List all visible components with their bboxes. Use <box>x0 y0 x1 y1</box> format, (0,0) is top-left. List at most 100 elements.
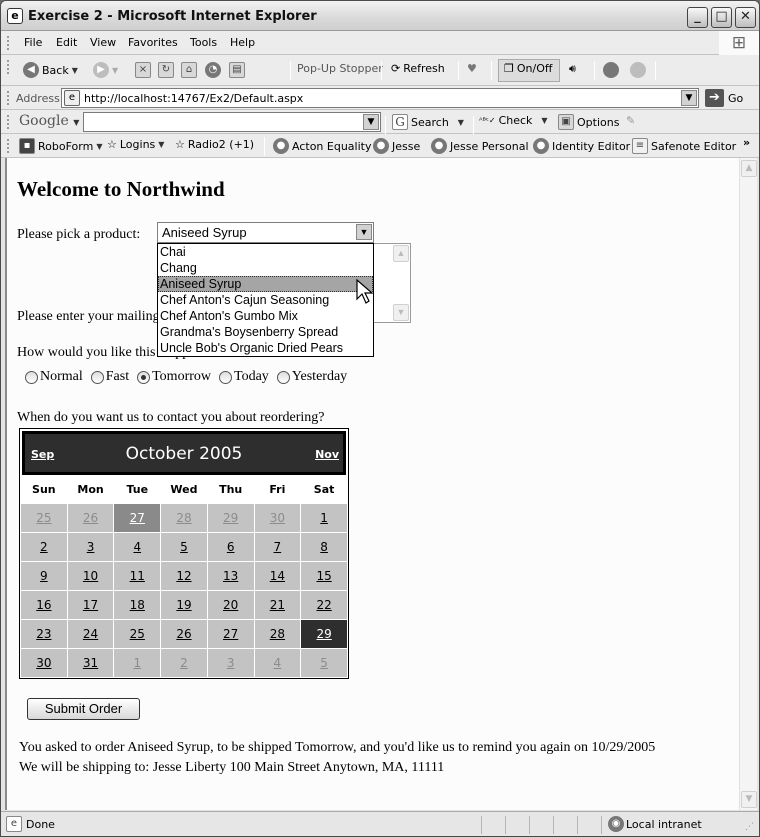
radio-yesterday[interactable]: Yesterday <box>276 369 347 385</box>
sound-button[interactable]: 🔊︎ <box>569 62 576 76</box>
jar-button-2[interactable] <box>630 62 646 78</box>
calendar-day[interactable]: 8 <box>300 531 348 562</box>
product-option-selected[interactable]: Aniseed Syrup <box>158 276 373 292</box>
calendar-day[interactable]: 15 <box>300 560 348 591</box>
favorite-add-button[interactable]: ♥ <box>467 62 477 75</box>
radio-button[interactable] <box>25 370 38 384</box>
options-button[interactable]: ▣ Options <box>558 114 619 130</box>
radio-fast[interactable]: Fast <box>90 369 129 385</box>
calendar-day[interactable]: 28 <box>253 618 302 649</box>
scroll-down-button[interactable]: ▼ <box>741 791 757 808</box>
calendar-day[interactable]: 18 <box>113 589 162 620</box>
google-search-dropdown-button[interactable]: ▼ <box>363 114 379 130</box>
link-identity-editor[interactable]: ● Identity Editor <box>533 138 630 154</box>
product-option[interactable]: Chef Anton's Cajun Seasoning <box>158 292 373 308</box>
calendar-day[interactable]: 12 <box>160 560 208 591</box>
onoff-button-content[interactable]: ❐ On/Off <box>504 62 552 75</box>
product-select[interactable]: Aniseed Syrup ▼ <box>157 222 374 243</box>
calendar-day[interactable]: 4 <box>253 647 302 678</box>
link-safenote-editor[interactable]: ≡ Safenote Editor <box>632 138 736 154</box>
calendar-day[interactable]: 30 <box>253 502 302 533</box>
product-option[interactable]: Grandma's Boysenberry Spread <box>158 324 373 340</box>
chevron-down-icon[interactable]: ▼ <box>458 118 464 127</box>
link-jesse[interactable]: ● Jesse <box>373 138 420 154</box>
spell-check-button[interactable]: ᴬᴮᶜ✓ Check ▼ <box>479 114 548 127</box>
textarea-scroll-down-button[interactable]: ▼ <box>393 304 409 321</box>
chevron-down-icon[interactable]: ▼ <box>541 116 547 125</box>
menu-help[interactable]: Help <box>230 36 255 49</box>
product-option[interactable]: Chef Anton's Gumbo Mix <box>158 308 373 324</box>
radio-button-checked[interactable] <box>137 370 151 384</box>
calendar-day[interactable]: 4 <box>113 531 162 562</box>
go-button[interactable]: ➔ Go <box>705 89 743 107</box>
minimize-button[interactable]: _ <box>687 7 708 28</box>
product-option[interactable]: Chai <box>158 244 373 260</box>
calendar-day[interactable]: 25 <box>20 502 68 533</box>
calendar-day-selected[interactable]: 29 <box>300 618 348 649</box>
calendar-day[interactable]: 25 <box>113 618 162 649</box>
calendar-day[interactable]: 27 <box>206 618 255 649</box>
home-button[interactable]: ⌂ <box>181 62 197 78</box>
calendar-day[interactable]: 22 <box>300 589 348 620</box>
history-button[interactable]: ◔ <box>205 62 221 78</box>
calendar-day[interactable]: 2 <box>160 647 208 678</box>
chevron-down-icon[interactable]: ▼ <box>158 140 164 149</box>
submit-order-button[interactable]: Submit Order <box>27 698 140 720</box>
refresh-icon-button[interactable]: ↻ <box>158 62 174 78</box>
link-roboform[interactable]: ▪ RoboForm ▼ <box>19 138 102 154</box>
calendar-day[interactable]: 24 <box>66 618 115 649</box>
toolbar-grip[interactable] <box>7 36 9 50</box>
chevron-down-icon[interactable]: ▼ <box>72 66 78 75</box>
toolbar-grip[interactable] <box>7 60 9 74</box>
calendar-day[interactable]: 19 <box>160 589 208 620</box>
calendar-day[interactable]: 17 <box>66 589 115 620</box>
links-overflow-chevron[interactable]: » <box>743 136 750 149</box>
page-scrollbar[interactable]: ▲ ▼ <box>739 158 757 810</box>
calendar-day[interactable]: 9 <box>20 560 68 591</box>
close-button[interactable]: ✕ <box>735 7 756 28</box>
stop-button[interactable]: × <box>135 62 151 78</box>
calendar-day[interactable]: 26 <box>160 618 208 649</box>
calendar-day[interactable]: 2 <box>20 531 68 562</box>
link-acton-equality[interactable]: ● Acton Equality <box>273 138 371 154</box>
menu-tools[interactable]: Tools <box>190 36 217 49</box>
product-dropdown-list[interactable]: Chai Chang Aniseed Syrup Chef Anton's Ca… <box>157 243 374 357</box>
radio-button[interactable] <box>219 370 233 384</box>
calendar-day[interactable]: 23 <box>20 618 68 649</box>
calendar-day[interactable]: 26 <box>66 502 115 533</box>
address-dropdown-button[interactable]: ▼ <box>681 90 697 106</box>
calendar-day[interactable]: 11 <box>113 560 162 591</box>
menu-favorites[interactable]: Favorites <box>128 36 178 49</box>
back-button[interactable]: ◀ Back ▼ <box>23 62 78 78</box>
calendar-day[interactable]: 16 <box>20 589 68 620</box>
popup-stopper-button[interactable]: Pop-Up Stopper <box>297 62 383 75</box>
calendar-day[interactable]: 10 <box>66 560 115 591</box>
address-input[interactable]: e http://localhost:14767/Ex2/Default.asp… <box>61 88 699 108</box>
mailing-address-textarea[interactable]: ▲ ▼ <box>371 243 411 323</box>
calendar-day[interactable]: 29 <box>206 502 255 533</box>
radio-normal[interactable]: Normal <box>25 369 83 385</box>
refresh-button[interactable]: ⟳ Refresh <box>391 62 445 75</box>
jar-button-1[interactable] <box>603 62 619 78</box>
calendar-day[interactable]: 7 <box>253 531 302 562</box>
toolbar-grip[interactable] <box>7 115 9 129</box>
calendar-next-month-link[interactable]: Nov <box>315 448 339 461</box>
link-radio2[interactable]: ☆ Radio2 (+1) <box>175 138 254 151</box>
calendar-day[interactable]: 1 <box>113 647 162 678</box>
google-search-button[interactable]: G Search ▼ <box>392 114 464 130</box>
toolbar-grip[interactable] <box>7 139 9 153</box>
chevron-down-icon[interactable]: ▼ <box>112 66 118 75</box>
google-search-input[interactable]: ▼ <box>83 112 381 132</box>
radio-button[interactable] <box>90 370 104 384</box>
calendar-day[interactable]: 30 <box>20 647 68 678</box>
calendar-day[interactable]: 21 <box>253 589 302 620</box>
calendar-day[interactable]: 1 <box>300 502 348 533</box>
calendar-day[interactable]: 14 <box>253 560 302 591</box>
print-button[interactable]: ▤ <box>229 62 245 78</box>
calendar-day[interactable]: 5 <box>160 531 208 562</box>
google-menu-button[interactable]: Google ▼ <box>19 113 79 129</box>
calendar-day[interactable]: 13 <box>206 560 255 591</box>
resize-grip-icon[interactable]: ⋰ <box>745 822 754 832</box>
menu-edit[interactable]: Edit <box>56 36 77 49</box>
calendar-day[interactable]: 20 <box>206 589 255 620</box>
